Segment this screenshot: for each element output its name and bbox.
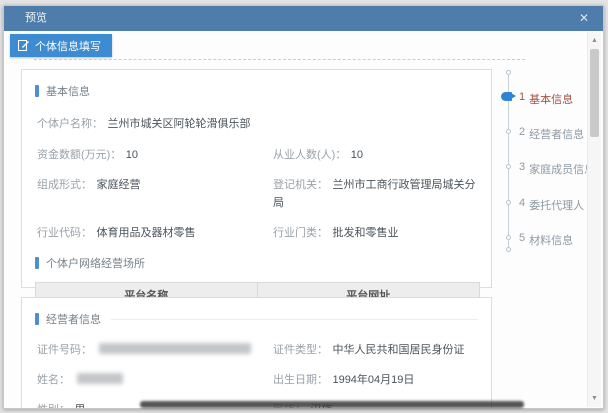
active-step-marker-icon — [501, 92, 516, 101]
field-employees: 从业人数(人)： 10 — [273, 149, 364, 161]
step-node-icon — [506, 129, 511, 134]
dialog-body: 个体信息填写 基本信息 个体户名称： 兰州市城关区阿轮轮滑俱乐部 资金数额(万元… — [4, 31, 603, 408]
redacted-name — [77, 373, 124, 385]
step-navigation: 1 基本信息 2 经营者信息 3 家庭成员信息 4 委托代理人 5 材料信息 — [499, 61, 595, 296]
operator-fields-grid: 证件号码： 证件类型： 中华人民共和国居民身份证 姓名： 出生日期： 1994年… — [35, 340, 478, 408]
timeline-endpoint-top — [506, 70, 511, 75]
step-operator-info[interactable]: 2 经营者信息 — [519, 126, 584, 142]
field-composition: 组成形式： 家庭经营 — [37, 179, 141, 191]
preview-dialog: 预览 ✕ 个体信息填写 基本信息 个体户名称： 兰州市城关区阿轮轮滑俱乐部 资金… — [3, 5, 604, 409]
field-industry-category: 行业门类： 批发和零售业 — [273, 227, 399, 239]
scrollbar-thumb[interactable] — [590, 49, 599, 137]
tab-individual-info[interactable]: 个体信息填写 — [10, 34, 112, 57]
basic-info-section: 基本信息 个体户名称： 兰州市城关区阿轮轮滑俱乐部 资金数额(万元)： 10 从… — [21, 69, 492, 346]
scroll-down-icon[interactable]: ▼ — [588, 392, 601, 405]
field-name: 姓名： — [37, 370, 273, 388]
field-birth-date: 出生日期： 1994年04月19日 — [273, 374, 415, 386]
scroll-up-icon[interactable]: ▲ — [588, 34, 601, 47]
step-basic-info[interactable]: 1 基本信息 — [519, 91, 573, 107]
dialog-titlebar: 预览 ✕ — [4, 6, 603, 31]
timeline-endpoint-bottom — [506, 247, 511, 252]
field-business-name: 个体户名称： 兰州市城关区阿轮轮滑俱乐部 — [37, 118, 251, 130]
field-registry-authority: 登记机关： 兰州市工商行政管理局城关分局 — [273, 179, 476, 209]
close-icon[interactable]: ✕ — [575, 6, 593, 31]
field-capital: 资金数额(万元)： 10 — [37, 149, 139, 161]
bottom-artifact-strip — [140, 401, 524, 408]
basic-fields-grid: 资金数额(万元)： 10 从业人数(人)： 10 组成形式： 家庭经营 登记机关… — [35, 145, 478, 241]
field-id-number: 证件号码： — [37, 340, 273, 358]
tab-divider — [34, 59, 525, 60]
form-icon — [18, 40, 29, 51]
operator-info-section: 经营者信息 证件号码： 证件类型： 中华人民共和国居民身份证 姓名： 出生日期：… — [21, 297, 492, 408]
operator-info-title: 经营者信息 — [46, 314, 101, 326]
step-family-members[interactable]: 3 家庭成员信息 — [519, 161, 595, 177]
step-node-icon — [506, 235, 511, 240]
step-node-icon — [506, 164, 511, 169]
field-id-type: 证件类型： 中华人民共和国居民身份证 — [273, 344, 465, 356]
section-marker-icon — [35, 257, 39, 269]
header-rule — [111, 318, 478, 320]
basic-info-header: 基本信息 — [35, 83, 478, 99]
operator-info-header: 经营者信息 — [35, 311, 478, 327]
field-industry-code: 行业代码： 体育用品及器材零售 — [37, 227, 196, 239]
vertical-scrollbar[interactable]: ▲ ▼ — [587, 32, 601, 407]
online-premises-title: 个体户网络经营场所 — [46, 258, 145, 270]
online-premises-header: 个体户网络经营场所 — [35, 255, 478, 271]
tab-label: 个体信息填写 — [35, 40, 101, 53]
basic-info-title: 基本信息 — [46, 86, 90, 98]
section-marker-icon — [35, 85, 39, 97]
step-materials[interactable]: 5 材料信息 — [519, 232, 573, 248]
section-marker-icon — [35, 313, 39, 325]
dialog-title: 预览 — [25, 12, 47, 24]
step-node-icon — [506, 200, 511, 205]
redacted-id-number — [99, 343, 252, 355]
step-agent[interactable]: 4 委托代理人 — [519, 197, 584, 213]
